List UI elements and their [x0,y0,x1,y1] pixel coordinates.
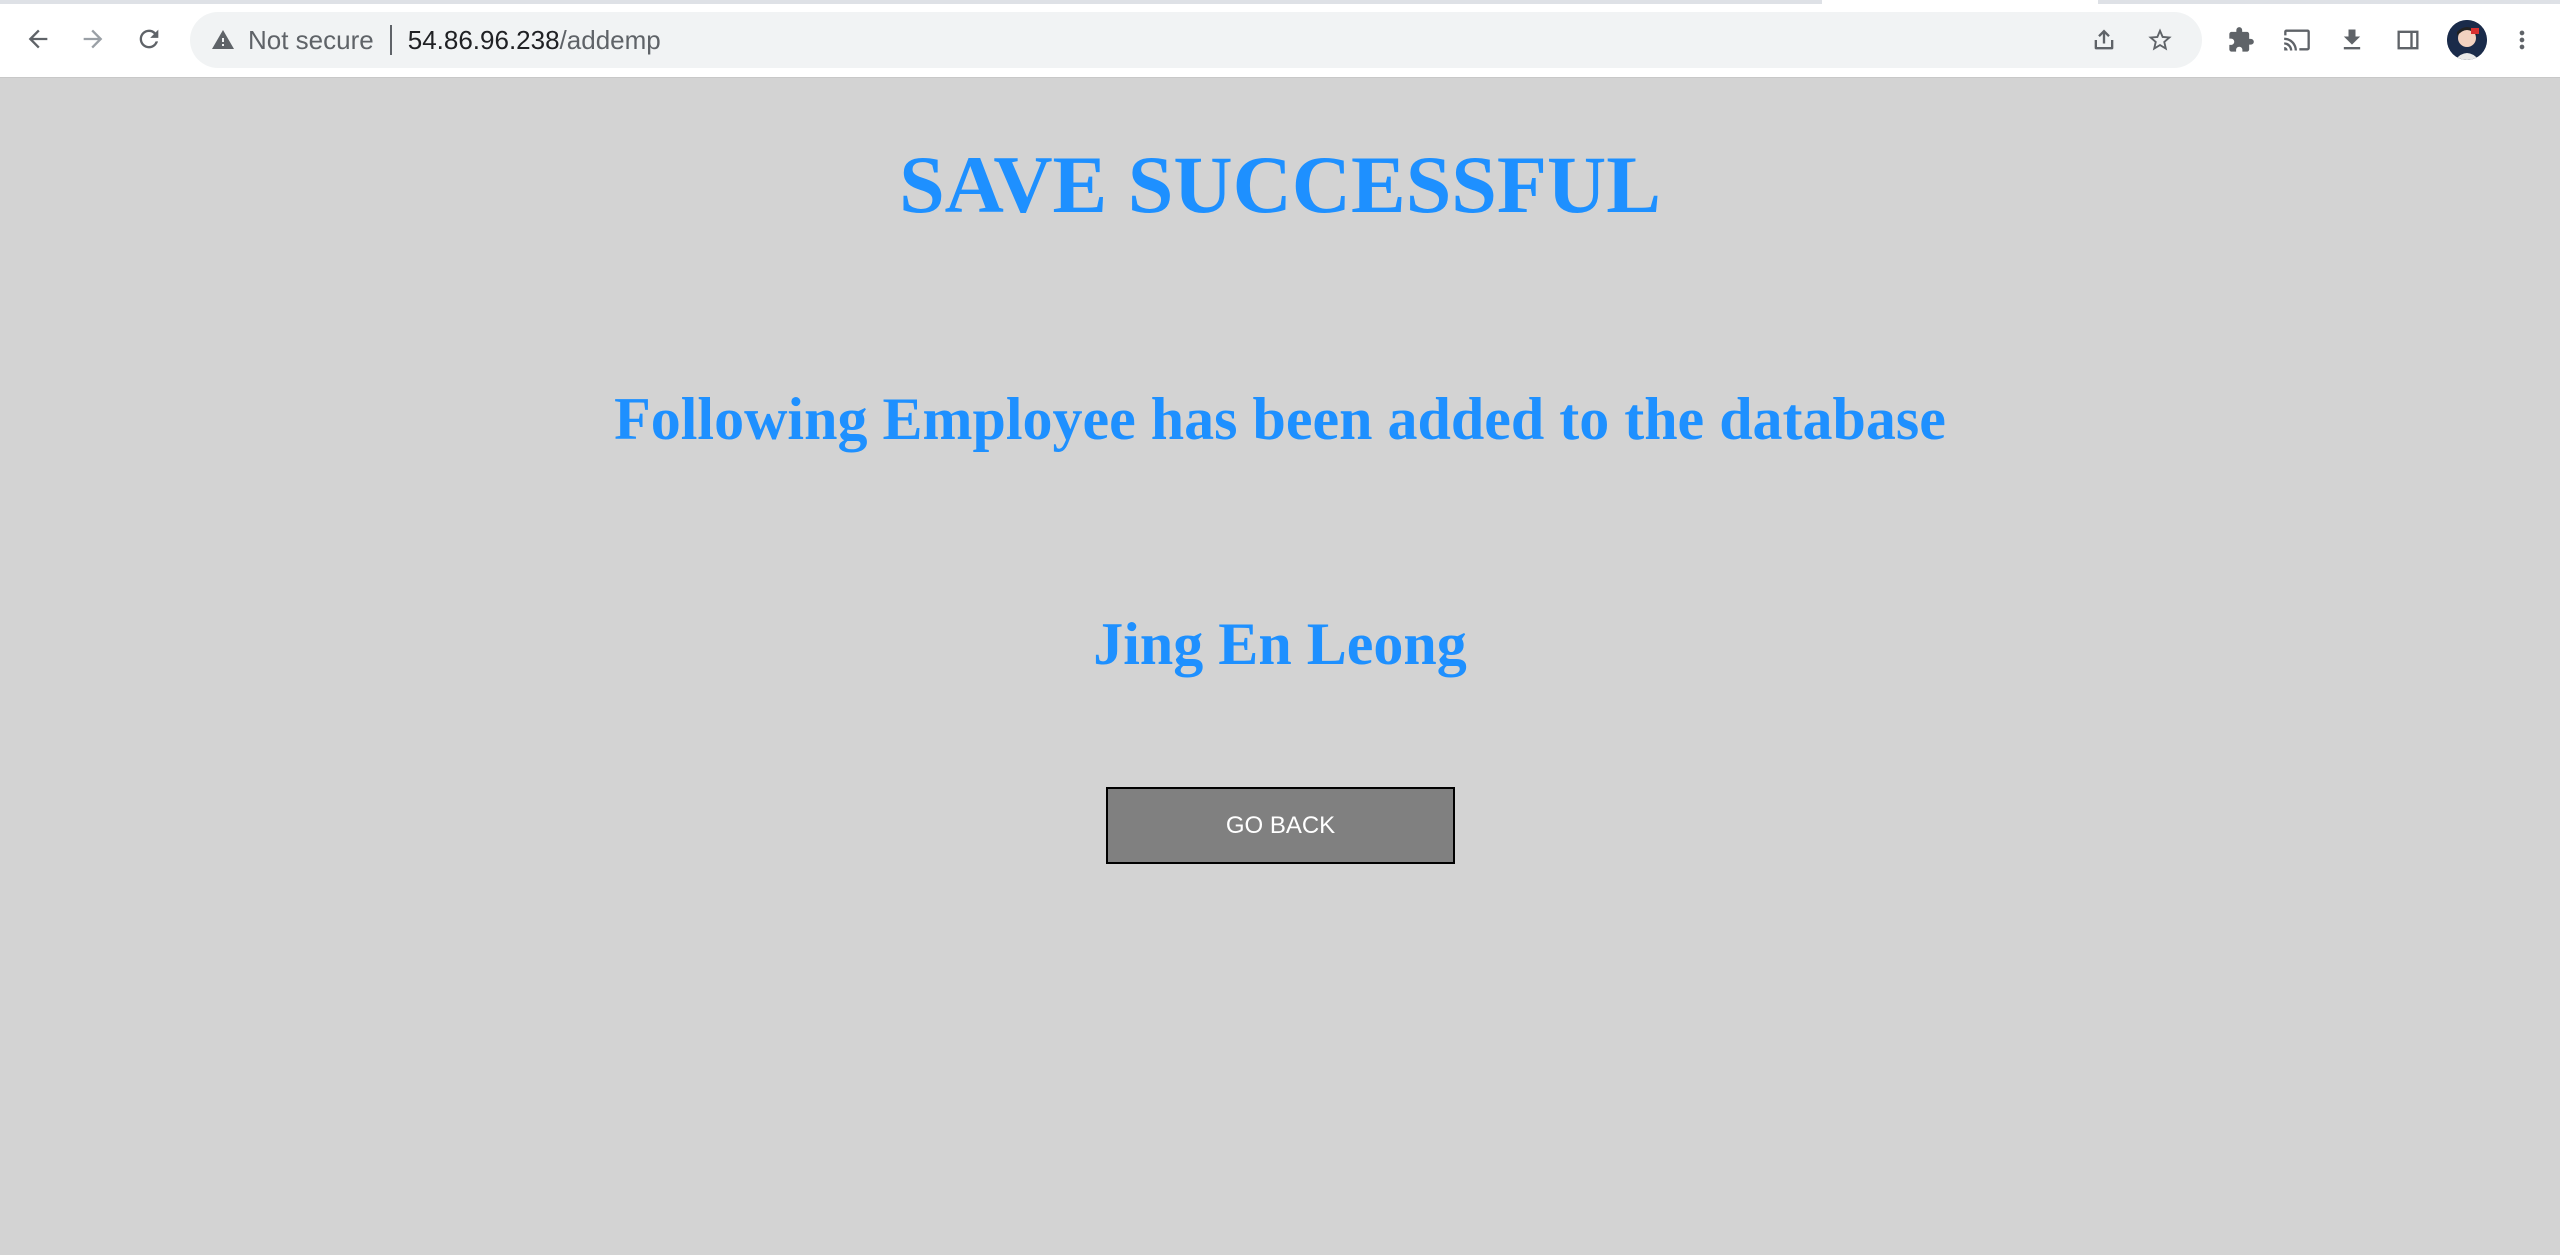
arrow-right-icon [83,29,103,49]
back-button[interactable] [15,16,61,62]
cast-icon [2284,29,2310,51]
address-bar[interactable]: Not secure 54.86.96.238/addemp [190,12,2202,68]
reload-button[interactable] [126,16,172,62]
security-label[interactable]: Not secure [248,25,374,56]
more-vert-icon [2519,30,2525,50]
tab-strip-edge [2098,0,2560,4]
forward-button[interactable] [70,16,116,62]
url-host[interactable]: 54.86.96.238 [408,25,560,56]
page-title: SAVE SUCCESSFUL [899,139,1661,230]
divider [389,25,392,55]
download-icon [2343,29,2361,50]
employee-name: Jing En Leong [1093,611,1467,677]
bookmark-button[interactable] [2140,20,2180,60]
reload-icon [139,29,159,49]
star-icon [2148,28,2172,51]
page-content: SAVE SUCCESSFUL Following Employee has b… [0,78,2560,1255]
side-panel-button[interactable] [2386,18,2430,62]
share-icon [2094,29,2114,50]
browser-toolbar: Not secure 54.86.96.238/addemp [0,0,2560,78]
go-back-button[interactable]: GO BACK [1106,787,1455,864]
cast-button[interactable] [2275,18,2319,62]
tab-strip-edge [0,0,1822,4]
download-button[interactable] [2330,18,2374,62]
menu-button[interactable] [2500,18,2544,62]
extensions-button[interactable] [2219,18,2263,62]
puzzle-icon [2229,27,2254,52]
side-panel-icon [2397,30,2419,50]
confirmation-message: Following Employee has been added to the… [614,386,1946,452]
warning-triangle-icon[interactable] [208,25,238,55]
arrow-left-icon [28,29,48,49]
profile-avatar[interactable] [2447,20,2487,60]
url-path[interactable]: /addemp [560,25,661,56]
share-button[interactable] [2084,20,2124,60]
avatar-image [2447,20,2487,60]
